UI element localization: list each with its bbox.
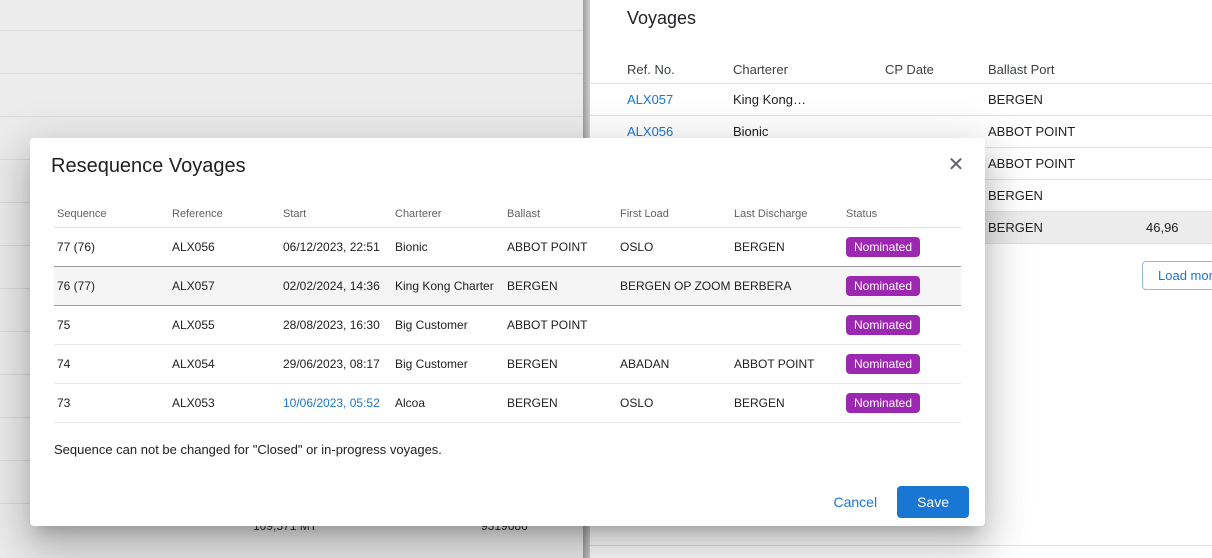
column-header-ballast: Ballast [504,208,617,220]
resequence-row: 75 ALX055 28/08/2023, 16:30 Big Customer… [54,306,961,345]
status-badge: Nominated [846,354,920,374]
voyage-ref-link[interactable]: ALX056 [627,124,733,139]
voyage-charterer: Bionic [733,124,885,139]
start-cell: 29/06/2023, 08:17 [280,357,392,371]
column-header-charterer: Charterer [392,208,504,220]
sequence-cell: 75 [54,318,169,332]
status-badge: Nominated [846,237,920,257]
column-header-reference: Reference [169,208,280,220]
last-discharge-cell: BERBERA [731,279,843,293]
voyage-charterer: King Kong… [733,92,885,107]
reference-cell: ALX053 [169,396,280,410]
reference-cell: ALX056 [169,240,280,254]
column-header-ref-no: Ref. No. [627,62,733,77]
save-button[interactable]: Save [897,486,969,518]
first-load-cell: OSLO [617,240,731,254]
dialog-actions: Cancel Save [819,486,969,518]
column-header-cp-date: CP Date [885,62,988,77]
column-header-last-discharge: Last Discharge [731,208,843,220]
charterer-cell: Big Customer [392,357,504,371]
last-discharge-cell: BERGEN [731,396,843,410]
last-discharge-cell: ABBOT POINT [731,357,843,371]
resequence-row-active: 76 (77) ALX057 02/02/2024, 14:36 King Ko… [54,267,961,306]
sequence-cell: 73 [54,396,169,410]
panel-bottom-divider [590,545,1212,546]
load-more-button[interactable]: Load more [1142,261,1212,290]
charterer-cell: Bionic [392,240,504,254]
first-load-cell: ABADAN [617,357,731,371]
column-header-charterer: Charterer [733,62,885,77]
voyage-qty: 46,96 [1146,220,1212,235]
voyages-panel-title: Voyages [627,8,696,29]
ballast-cell: ABBOT POINT [504,240,617,254]
voyage-ballast-port: BERGEN [988,220,1146,235]
resequence-row: 74 ALX054 29/06/2023, 08:17 Big Customer… [54,345,961,384]
column-header-start: Start [280,208,392,220]
dialog-title: Resequence Voyages [30,138,985,178]
column-header-status: Status [843,208,932,220]
resequence-voyages-dialog: Resequence Voyages ✕ Sequence Reference … [30,138,985,526]
ballast-cell: BERGEN [504,279,617,293]
start-cell: 06/12/2023, 22:51 [280,240,392,254]
voyage-ballast-port: ABBOT POINT [988,124,1146,139]
voyage-ballast-port: ABBOT POINT [988,156,1146,171]
resequence-row: 77 (76) ALX056 06/12/2023, 22:51 Bionic … [54,228,961,267]
status-badge: Nominated [846,393,920,413]
resequence-table-header: Sequence Reference Start Charterer Balla… [54,201,961,228]
resequence-row: 73 ALX053 10/06/2023, 05:52 Alcoa BERGEN… [54,384,961,423]
charterer-cell: Big Customer [392,318,504,332]
charterer-cell: King Kong Charter [392,279,504,293]
column-header-ballast-port: Ballast Port [988,62,1146,77]
first-load-cell: BERGEN OP ZOOM [617,279,731,293]
sequence-cell: 76 (77) [54,279,169,293]
start-cell: 28/08/2023, 16:30 [280,318,392,332]
start-cell-link[interactable]: 10/06/2023, 05:52 [280,396,392,410]
reference-cell: ALX057 [169,279,280,293]
cancel-button[interactable]: Cancel [819,486,891,518]
voyage-ballast-port: BERGEN [988,92,1146,107]
status-badge: Nominated [846,315,920,335]
last-discharge-cell: BERGEN [731,240,843,254]
column-header-first-load: First Load [617,208,731,220]
sequence-cell: 74 [54,357,169,371]
reference-cell: ALX055 [169,318,280,332]
voyage-ref-link[interactable]: ALX057 [627,92,733,107]
ballast-cell: BERGEN [504,396,617,410]
column-header-sequence: Sequence [54,208,169,220]
voyage-row: ALX057 King Kong… BERGEN [590,84,1212,116]
close-icon[interactable]: ✕ [941,150,971,180]
ballast-cell: BERGEN [504,357,617,371]
first-load-cell: OSLO [617,396,731,410]
charterer-cell: Alcoa [392,396,504,410]
voyage-ballast-port: BERGEN [988,188,1146,203]
start-cell: 02/02/2024, 14:36 [280,279,392,293]
ballast-cell: ABBOT POINT [504,318,617,332]
sequence-note: Sequence can not be changed for "Closed"… [54,442,961,457]
sequence-cell: 77 (76) [54,240,169,254]
resequence-table: Sequence Reference Start Charterer Balla… [54,201,961,423]
voyages-table-header: Ref. No. Charterer CP Date Ballast Port [590,56,1212,84]
reference-cell: ALX054 [169,357,280,371]
status-badge: Nominated [846,276,920,296]
